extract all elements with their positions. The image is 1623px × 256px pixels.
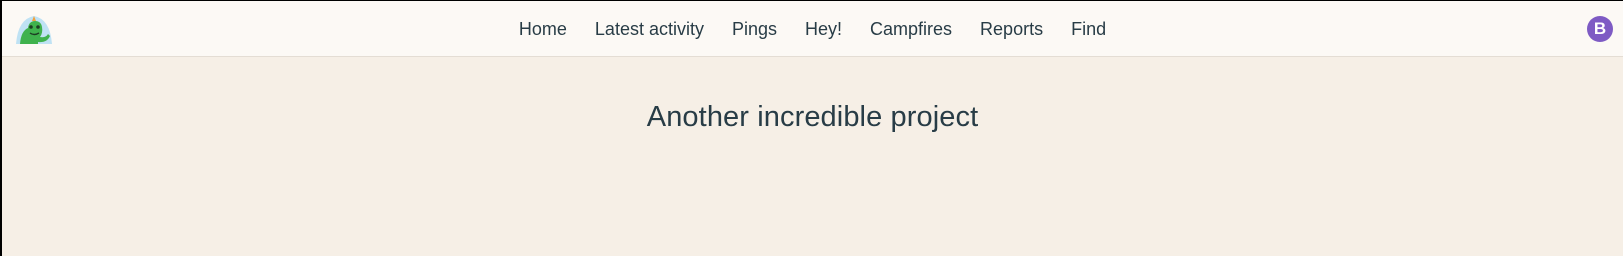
main-nav: Home Latest activity Pings Hey! Campfire… — [2, 1, 1623, 57]
nav-item-campfires[interactable]: Campfires — [856, 19, 966, 40]
page-title: Another incredible project — [646, 101, 979, 133]
nav-item-reports[interactable]: Reports — [966, 19, 1057, 40]
nav-item-hey[interactable]: Hey! — [791, 19, 856, 40]
nav-item-pings[interactable]: Pings — [718, 19, 791, 40]
nav-item-latest-activity[interactable]: Latest activity — [581, 19, 718, 40]
user-avatar[interactable]: B — [1587, 16, 1613, 42]
top-navigation-bar: Home Latest activity Pings Hey! Campfire… — [2, 1, 1623, 57]
nav-item-find[interactable]: Find — [1057, 19, 1120, 40]
nav-item-home[interactable]: Home — [505, 19, 581, 40]
